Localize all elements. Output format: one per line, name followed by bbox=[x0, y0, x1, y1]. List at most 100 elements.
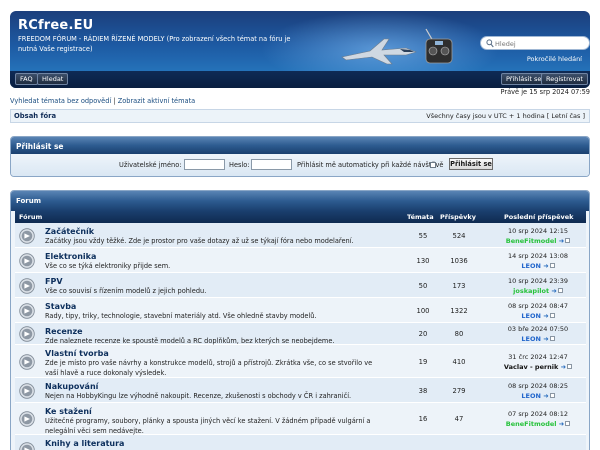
last-post-date: 10 srp 2024 23:39 bbox=[508, 277, 568, 285]
last-post-user: BeneFitmodel ➜ bbox=[490, 237, 586, 245]
last-post-date: 14 srp 2024 13:08 bbox=[508, 252, 568, 260]
post-count: 173 bbox=[452, 282, 466, 290]
forum-name[interactable]: Ke stažení bbox=[45, 407, 92, 416]
search-box[interactable] bbox=[480, 36, 590, 50]
post-count: 47 bbox=[454, 415, 464, 423]
forum-read-icon bbox=[19, 411, 35, 427]
forum-name[interactable]: Začátečník bbox=[45, 227, 94, 236]
site-title[interactable]: RCfree.EU bbox=[18, 18, 93, 33]
unread-post-icon bbox=[549, 263, 555, 268]
last-post-author[interactable]: LEON bbox=[521, 262, 541, 270]
search-button[interactable]: Hledat bbox=[37, 73, 69, 85]
forum-description: Začátky jsou vždy těžké. Zde je prostor … bbox=[45, 237, 354, 245]
register-button[interactable]: Registrovat bbox=[541, 73, 588, 85]
unread-post-icon bbox=[567, 364, 573, 369]
goto-last-post-icon[interactable]: ➜ bbox=[561, 363, 566, 371]
login-submit-button[interactable]: Přihlásit se bbox=[449, 158, 493, 170]
post-count: 80 bbox=[454, 330, 464, 338]
last-post-author[interactable]: BeneFitmodel bbox=[506, 237, 557, 245]
forum-row[interactable]: FPV Vše co souvisí s řízením modelů z jej… bbox=[15, 273, 586, 298]
post-count: 1322 bbox=[450, 307, 468, 315]
unread-post-icon bbox=[549, 393, 555, 398]
forum-name[interactable]: Elektronika bbox=[45, 252, 96, 261]
forum-description: Vše co souvisí s řízením modelů z jejich… bbox=[45, 287, 207, 295]
forum-row[interactable]: Recenze Zde naleznete recenze ke spoustě … bbox=[15, 323, 586, 345]
post-count: 1036 bbox=[450, 257, 468, 265]
forum-table-header: Fórum Témata Příspěvky Poslední příspěve… bbox=[15, 211, 586, 223]
topic-count: 130 bbox=[416, 257, 430, 265]
forum-panel-title: Forum bbox=[11, 191, 589, 211]
forum-name[interactable]: Knihy a literatura bbox=[45, 439, 124, 448]
forum-name[interactable]: Nakupování bbox=[45, 382, 98, 391]
site-description: FREEDOM FÓRUM - RÁDIEM ŘÍZENÉ MODELY (Pr… bbox=[18, 35, 291, 53]
forum-row[interactable]: Stavba Rady, tipy, triky, technologie, st… bbox=[15, 298, 586, 323]
faq-button[interactable]: FAQ bbox=[15, 73, 38, 85]
username-label: Uživatelské jméno: bbox=[119, 161, 182, 169]
forum-row[interactable]: Nakupování Nejen na HobbyKingu lze výhodn… bbox=[15, 378, 586, 403]
forum-name[interactable]: Vlastní tvorba bbox=[45, 349, 109, 358]
username-field[interactable] bbox=[184, 159, 225, 170]
goto-last-post-icon[interactable]: ➜ bbox=[543, 312, 548, 320]
forum-name[interactable]: FPV bbox=[45, 277, 63, 286]
last-post-date: 08 srp 2024 08:25 bbox=[508, 382, 568, 390]
forum-description: Užitečné programy, soubory, plánky a spo… bbox=[45, 417, 371, 435]
breadcrumb: Obsah fóra Všechny časy jsou v UTC + 1 h… bbox=[10, 109, 590, 123]
advanced-search-link[interactable]: Pokročilé hledání bbox=[527, 55, 582, 63]
last-post-user: LEON ➜ bbox=[490, 262, 586, 270]
forum-name[interactable]: Recenze bbox=[45, 327, 83, 336]
forum-list: Začátečník Začátky jsou vždy těžké. Zde j… bbox=[15, 223, 586, 450]
login-panel-title: Přihlásit se bbox=[11, 137, 589, 154]
forum-read-icon bbox=[19, 303, 35, 319]
forum-row[interactable]: Ke stažení Užitečné programy, soubory, pl… bbox=[15, 403, 586, 435]
last-post-author[interactable]: joskapilot bbox=[513, 287, 549, 295]
forum-name[interactable]: Stavba bbox=[45, 302, 76, 311]
password-field[interactable] bbox=[251, 159, 292, 170]
last-post-user: LEON ➜ bbox=[490, 392, 586, 400]
goto-last-post-icon[interactable]: ➜ bbox=[543, 262, 548, 270]
unread-post-icon bbox=[549, 313, 555, 318]
forum-index-link[interactable]: Obsah fóra bbox=[14, 112, 56, 120]
forum-row[interactable]: Knihy a literatura bbox=[15, 435, 586, 450]
unanswered-topics-link[interactable]: Vyhledat témata bez odpovědí bbox=[10, 97, 111, 105]
rc-transmitter-icon bbox=[425, 28, 453, 64]
goto-last-post-icon[interactable]: ➜ bbox=[559, 237, 564, 245]
last-post-user: LEON ➜ bbox=[490, 312, 586, 320]
topic-count: 20 bbox=[418, 330, 428, 338]
current-date: Právě je 15 srp 2024 07:59 bbox=[500, 88, 590, 96]
topic-count: 16 bbox=[418, 415, 428, 423]
forum-description: Vše co se týká elektroniky přijde sem. bbox=[45, 262, 171, 270]
header-nav-bar: FAQ Hledat Přihlásit se Registrovat bbox=[10, 71, 590, 88]
password-label: Heslo: bbox=[229, 161, 250, 169]
forum-description: Zde je místo pro vaše návrhy a konstrukc… bbox=[45, 359, 373, 377]
search-input[interactable] bbox=[495, 38, 575, 49]
forum-row[interactable]: Začátečník Začátky jsou vždy těžké. Zde j… bbox=[15, 223, 586, 248]
last-post-author[interactable]: BeneFitmodel bbox=[506, 420, 557, 428]
column-topics: Témata bbox=[407, 213, 434, 221]
forum-read-icon bbox=[19, 253, 35, 269]
forum-read-icon bbox=[19, 278, 35, 294]
active-topics-link[interactable]: Zobrazit aktivní témata bbox=[118, 97, 195, 105]
column-last-post: Poslední příspěvek bbox=[504, 213, 574, 221]
last-post-author[interactable]: LEON bbox=[521, 335, 541, 343]
goto-last-post-icon[interactable]: ➜ bbox=[543, 335, 548, 343]
forum-read-icon bbox=[19, 326, 35, 342]
timezone-info: Všechny časy jsou v UTC + 1 hodina [ Let… bbox=[426, 112, 585, 120]
forum-read-icon bbox=[19, 354, 35, 370]
last-post-date: 07 srp 2024 08:12 bbox=[508, 410, 568, 418]
jet-logo-icon bbox=[341, 38, 417, 65]
remember-me-checkbox[interactable] bbox=[430, 162, 436, 168]
last-post-author[interactable]: LEON bbox=[521, 392, 541, 400]
unread-post-icon bbox=[549, 336, 555, 341]
forum-description: Nejen na HobbyKingu lze výhodně nakoupit… bbox=[45, 392, 352, 400]
goto-last-post-icon[interactable]: ➜ bbox=[559, 420, 564, 428]
post-count: 524 bbox=[452, 232, 466, 240]
login-button[interactable]: Přihlásit se bbox=[501, 73, 547, 85]
last-post-author[interactable]: Vaclav - pernik bbox=[504, 363, 558, 371]
topic-count: 100 bbox=[416, 307, 430, 315]
login-form: Uživatelské jméno: Heslo: Přihlásit mě a… bbox=[11, 154, 589, 176]
goto-last-post-icon[interactable]: ➜ bbox=[551, 287, 556, 295]
goto-last-post-icon[interactable]: ➜ bbox=[543, 392, 548, 400]
forum-row[interactable]: Elektronika Vše co se týká elektroniky př… bbox=[15, 248, 586, 273]
forum-row[interactable]: Vlastní tvorba Zde je místo pro vaše návr… bbox=[15, 345, 586, 378]
last-post-author[interactable]: LEON bbox=[521, 312, 541, 320]
